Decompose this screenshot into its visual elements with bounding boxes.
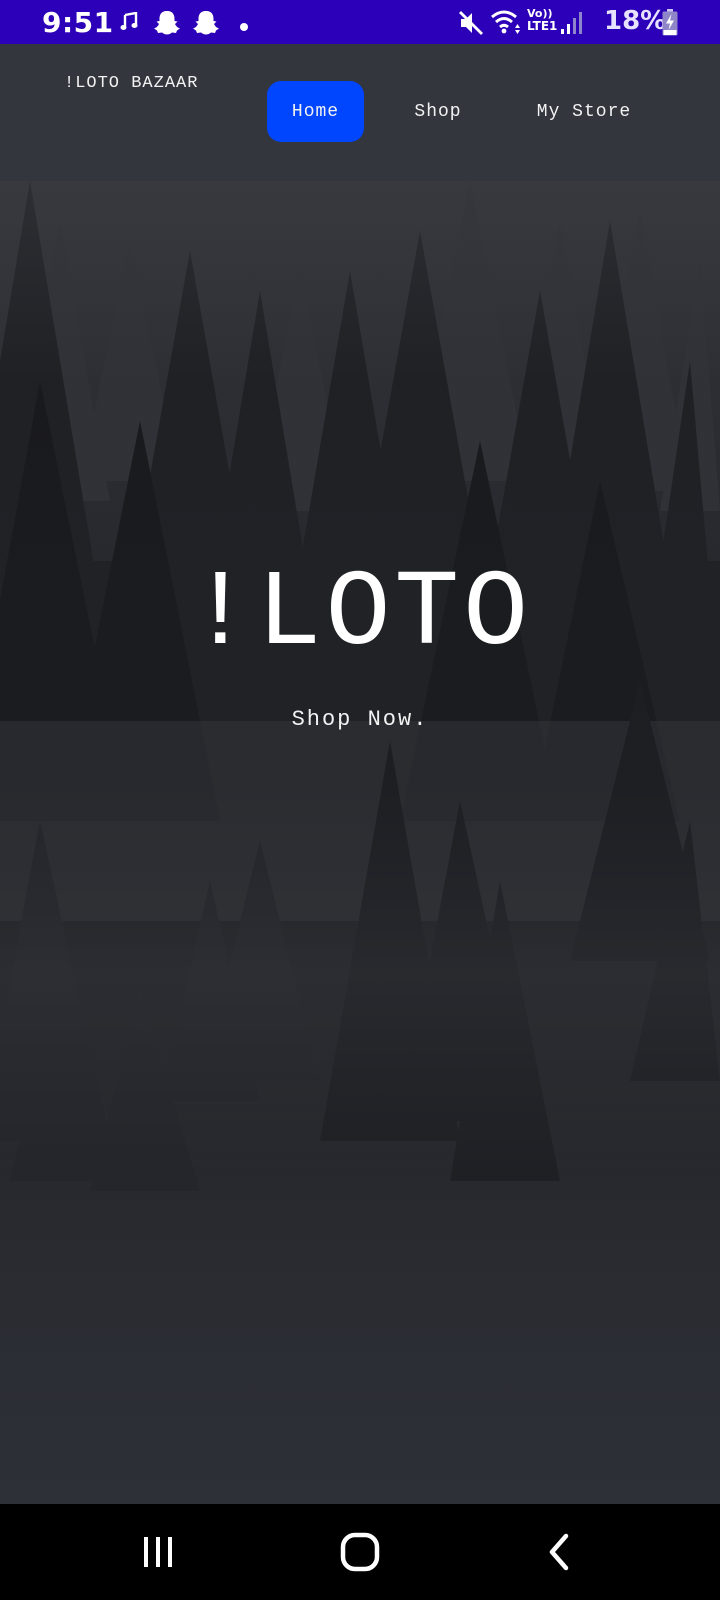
hero-forest-background bbox=[0, 181, 720, 1504]
back-icon[interactable] bbox=[547, 1533, 571, 1576]
music-note-icon bbox=[120, 11, 138, 37]
status-time: 9:51 bbox=[42, 6, 114, 39]
nav-home-button[interactable]: Home bbox=[267, 81, 364, 142]
nav-my-store-link[interactable]: My Store bbox=[522, 81, 646, 142]
snapchat-icon bbox=[192, 9, 220, 41]
battery-charging-icon bbox=[662, 9, 678, 41]
brand-logo-text[interactable]: !LOTO BAZAAR bbox=[64, 74, 198, 93]
nav-shop-label: Shop bbox=[414, 101, 462, 122]
network-type-label: Vo)) LTE1 bbox=[527, 7, 557, 33]
network-label-bottom: LTE1 bbox=[527, 19, 558, 33]
site-header: !LOTO BAZAAR Home Shop My Store bbox=[0, 44, 720, 181]
battery-percentage: 18% bbox=[604, 6, 667, 36]
wifi-icon bbox=[490, 8, 522, 41]
recents-icon[interactable] bbox=[140, 1534, 176, 1575]
status-bar: 9:51 Vo)) LTE1 18% bbox=[0, 0, 720, 44]
system-navigation-bar bbox=[0, 1504, 720, 1600]
nav-home-label: Home bbox=[291, 101, 340, 122]
shop-now-link[interactable]: Shop Now. bbox=[0, 707, 720, 732]
nav-my-store-label: My Store bbox=[536, 101, 632, 122]
snapchat-icon bbox=[153, 9, 181, 41]
notification-dot-icon bbox=[240, 18, 248, 36]
mute-icon bbox=[458, 10, 484, 41]
hero-title: !LOTO bbox=[187, 554, 533, 676]
signal-icon bbox=[560, 11, 584, 40]
nav-shop-link[interactable]: Shop bbox=[395, 81, 481, 142]
home-icon[interactable] bbox=[340, 1532, 380, 1577]
hero-section: !LOTO Shop Now. bbox=[0, 181, 720, 1504]
